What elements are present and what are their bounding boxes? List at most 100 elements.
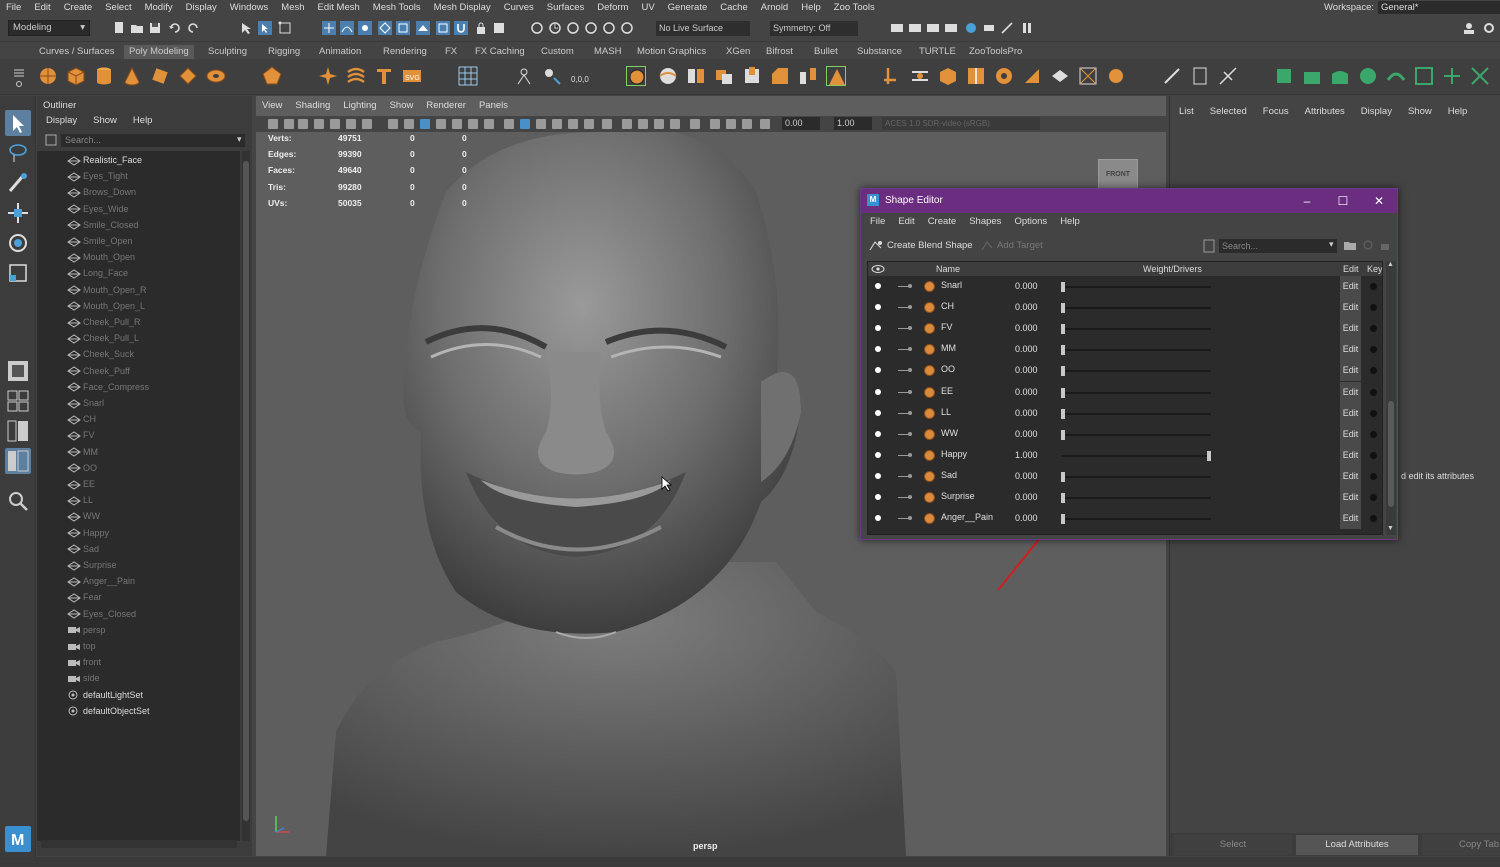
outliner-item[interactable]: LL	[67, 493, 93, 507]
slider-handle[interactable]	[1061, 282, 1065, 292]
target-weight-field[interactable]: 0.000	[1013, 300, 1057, 316]
sculpt-sphere-icon[interactable]	[626, 66, 646, 86]
shelf-tab-motion-graphics[interactable]: Motion Graphics	[632, 45, 711, 59]
target-edit-button[interactable]: Edit	[1340, 465, 1361, 487]
offset-edge-loop-icon[interactable]	[994, 66, 1014, 86]
smooth-icon[interactable]: 0,0,0	[570, 66, 590, 86]
persp-outliner-layout-icon[interactable]	[5, 418, 31, 444]
outliner-item[interactable]: persp	[67, 623, 106, 637]
sidebar-channel-box-icon[interactable]	[944, 21, 958, 35]
select-component-icon[interactable]	[278, 21, 292, 35]
uv-editor-icon[interactable]	[1162, 66, 1182, 86]
viewport-toolbar-button-icon[interactable]	[330, 119, 340, 129]
target-visibility-toggle[interactable]	[875, 304, 881, 311]
refresh-icon[interactable]	[1361, 238, 1375, 252]
target-weight-slider[interactable]	[1061, 366, 1211, 377]
add-divisions-icon[interactable]	[1022, 66, 1042, 86]
viewport-toolbar-button-icon[interactable]	[654, 119, 664, 129]
shelf-tab-turtle[interactable]: TURTLE	[914, 45, 961, 59]
viewport-menu-shading[interactable]: Shading	[295, 100, 330, 114]
scroll-up-icon[interactable]: ▲	[1387, 261, 1394, 268]
target-key-button[interactable]	[1370, 346, 1377, 354]
col-edit-header[interactable]: Edit	[1343, 264, 1359, 274]
slider-handle[interactable]	[1207, 450, 1211, 461]
blend-target-row[interactable]: OO 0.000 Edit	[868, 360, 1382, 382]
planar-map-icon[interactable]	[1190, 66, 1210, 86]
svg-tool-icon[interactable]: SVG	[402, 66, 422, 86]
blend-target-row[interactable]: CH 0.000 Edit	[868, 297, 1382, 319]
shelf-tab-curves-surfaces[interactable]: Curves / Surfaces	[34, 45, 120, 59]
sidebar-tool-settings-icon[interactable]	[926, 21, 940, 35]
slider-handle[interactable]	[1061, 514, 1065, 525]
target-key-button[interactable]	[1370, 515, 1377, 523]
target-name[interactable]: OO	[941, 364, 955, 374]
outliner-item[interactable]: Realistic_Face	[67, 153, 142, 167]
target-edit-button[interactable]: Edit	[1340, 444, 1361, 466]
shape-editor-menu-create[interactable]: Create	[928, 216, 957, 230]
extrude-icon[interactable]	[742, 66, 762, 86]
separate-icon[interactable]	[542, 66, 562, 86]
workspace-selector[interactable]: Workspace: General*	[1324, 0, 1500, 14]
render-frame-icon[interactable]	[530, 21, 544, 35]
search-icon[interactable]	[5, 488, 31, 514]
outliner-item[interactable]: Anger__Pain	[67, 574, 135, 588]
cut-uv-icon[interactable]	[1218, 66, 1238, 86]
shelf-tab-sculpting[interactable]: Sculpting	[203, 45, 252, 59]
viewport-toolbar-button-icon[interactable]	[504, 119, 514, 129]
boolean-icon[interactable]	[714, 66, 734, 86]
outliner-item[interactable]: Snarl	[67, 396, 104, 410]
blend-target-row[interactable]: Surprise 0.000 Edit	[868, 487, 1382, 508]
add-target-button[interactable]: Add Target	[979, 238, 1043, 254]
outliner-item[interactable]: top	[67, 639, 96, 653]
workspace-dropdown[interactable]: General*	[1378, 0, 1500, 14]
target-name[interactable]: MM	[941, 343, 956, 353]
move-tool-icon[interactable]	[5, 200, 31, 226]
attribute-menu-attributes[interactable]: Attributes	[1305, 106, 1345, 120]
viewport-toolbar-button-icon[interactable]	[760, 119, 770, 129]
menu-zoo-tools[interactable]: Zoo Tools	[834, 2, 875, 13]
viewport-menu-show[interactable]: Show	[390, 100, 414, 114]
ipr-render-icon[interactable]	[548, 21, 562, 35]
outliner-item[interactable]: defaultLightSet	[67, 688, 143, 702]
menu-deform[interactable]: Deform	[597, 2, 628, 13]
outliner-menu-show[interactable]: Show	[93, 115, 117, 129]
snap-surface-icon[interactable]	[396, 21, 410, 35]
outliner-item[interactable]: Brows_Down	[67, 185, 136, 199]
target-weight-field[interactable]: 0.000	[1013, 363, 1057, 379]
viewport-toolbar-button-icon[interactable]	[520, 119, 530, 129]
viewport-menu-panels[interactable]: Panels	[479, 100, 508, 114]
append-polygon-icon[interactable]	[826, 66, 846, 86]
menu-surfaces[interactable]: Surfaces	[547, 2, 585, 13]
poly-disc-icon[interactable]	[206, 66, 226, 86]
poly-cube-icon[interactable]	[66, 66, 86, 86]
target-name[interactable]: Surprise	[941, 491, 975, 501]
view-cube[interactable]: FRONT	[1098, 159, 1138, 189]
smooth-mesh-icon[interactable]	[658, 66, 678, 86]
super-shape-icon[interactable]	[318, 66, 338, 86]
slider-handle[interactable]	[1061, 345, 1065, 356]
target-weight-slider[interactable]	[1061, 471, 1211, 482]
outliner-item[interactable]: Cheek_Suck	[67, 347, 134, 361]
outliner-search-dropdown-icon[interactable]: ▾	[237, 134, 242, 145]
outliner-item[interactable]: OO	[67, 461, 97, 475]
viewport-toolbar-button-icon[interactable]	[584, 119, 594, 129]
target-weight-field[interactable]: 0.000	[1013, 384, 1057, 400]
attribute-menu-list[interactable]: List	[1179, 106, 1194, 120]
viewport-toolbar-button-icon[interactable]	[388, 119, 398, 129]
viewport-toolbar-button-icon[interactable]	[404, 119, 414, 129]
viewport-toolbar-button-icon[interactable]	[346, 119, 356, 129]
target-visibility-toggle[interactable]	[875, 451, 881, 458]
shelf-tab-mash[interactable]: MASH	[589, 45, 626, 59]
shelf-tab-animation[interactable]: Animation	[314, 45, 366, 59]
deform-cluster-icon[interactable]	[1414, 66, 1434, 86]
target-name[interactable]: LL	[941, 407, 951, 417]
slider-handle[interactable]	[1061, 493, 1065, 503]
target-key-button[interactable]	[1370, 430, 1377, 438]
exposure-field[interactable]: 0.00	[782, 117, 820, 130]
target-edit-button[interactable]: Edit	[1340, 423, 1361, 445]
target-edit-button[interactable]: Edit	[1340, 508, 1361, 530]
slider-handle[interactable]	[1061, 471, 1065, 482]
viewport-toolbar-button-icon[interactable]	[298, 119, 308, 129]
viewport-toolbar-button-icon[interactable]	[726, 119, 736, 129]
spin-icon[interactable]	[1106, 66, 1126, 86]
